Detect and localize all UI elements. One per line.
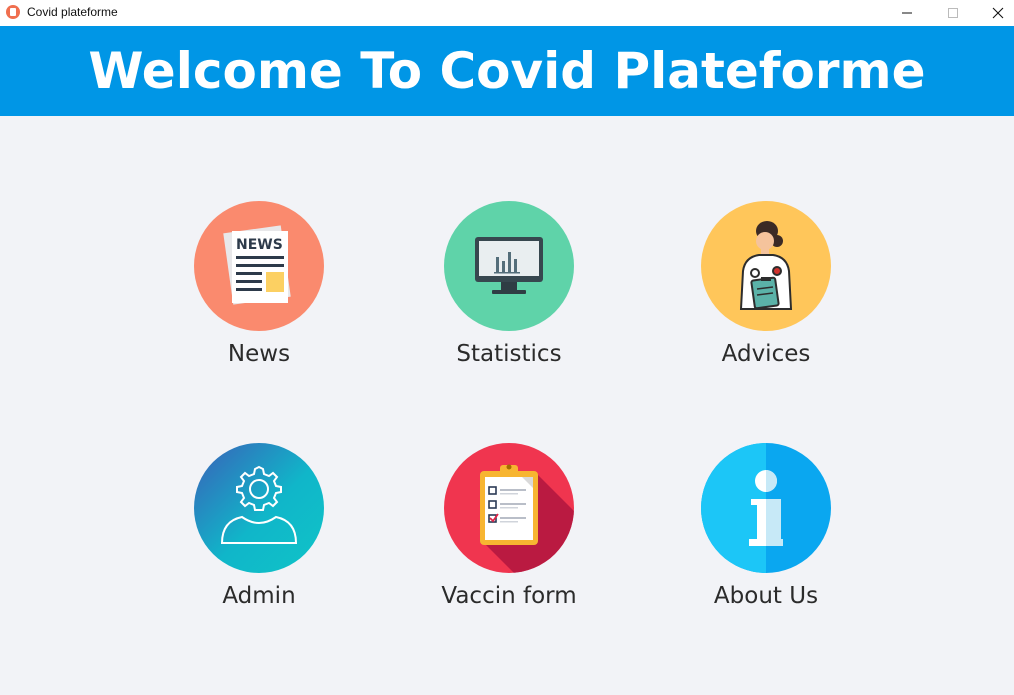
window-titlebar: Covid plateforme [0,0,1014,26]
vaccin-form-button[interactable]: Vaccin form [409,443,609,633]
close-icon [992,7,1004,19]
minimize-button[interactable] [884,0,930,26]
statistics-button[interactable]: Statistics [409,201,609,391]
news-label: News [227,341,291,367]
page-title: Welcome To Covid Plateforme [88,42,926,100]
admin-button[interactable]: Admin [159,443,359,633]
newspaper-icon: NEWS [194,201,324,331]
admin-gear-user-icon [194,443,324,573]
about-us-label: About Us [713,583,819,609]
maximize-button[interactable] [930,0,976,26]
info-icon [701,443,831,573]
svg-text:NEWS: NEWS [236,237,283,253]
statistics-label: Statistics [456,341,562,367]
app-icon [6,5,20,19]
header-banner: Welcome To Covid Plateforme [0,26,1014,116]
vaccin-form-label: Vaccin form [441,583,577,609]
minimize-icon [902,12,912,14]
admin-label: Admin [222,583,296,609]
close-button[interactable] [975,0,1014,26]
admin-circle [194,443,324,573]
news-circle: NEWS [194,201,324,331]
advices-label: Advices [721,341,811,367]
maximize-icon [948,8,958,18]
doctor-icon [701,201,831,331]
about-us-button[interactable]: About Us [666,443,866,633]
advices-button[interactable]: Advices [666,201,866,391]
advices-circle [701,201,831,331]
window-title: Covid plateforme [27,5,118,19]
clipboard-checklist-icon [444,443,574,573]
about-us-circle [701,443,831,573]
statistics-circle [444,201,574,331]
news-button[interactable]: NEWS News [159,201,359,391]
monitor-chart-icon [444,201,574,331]
vaccin-form-circle [444,443,574,573]
